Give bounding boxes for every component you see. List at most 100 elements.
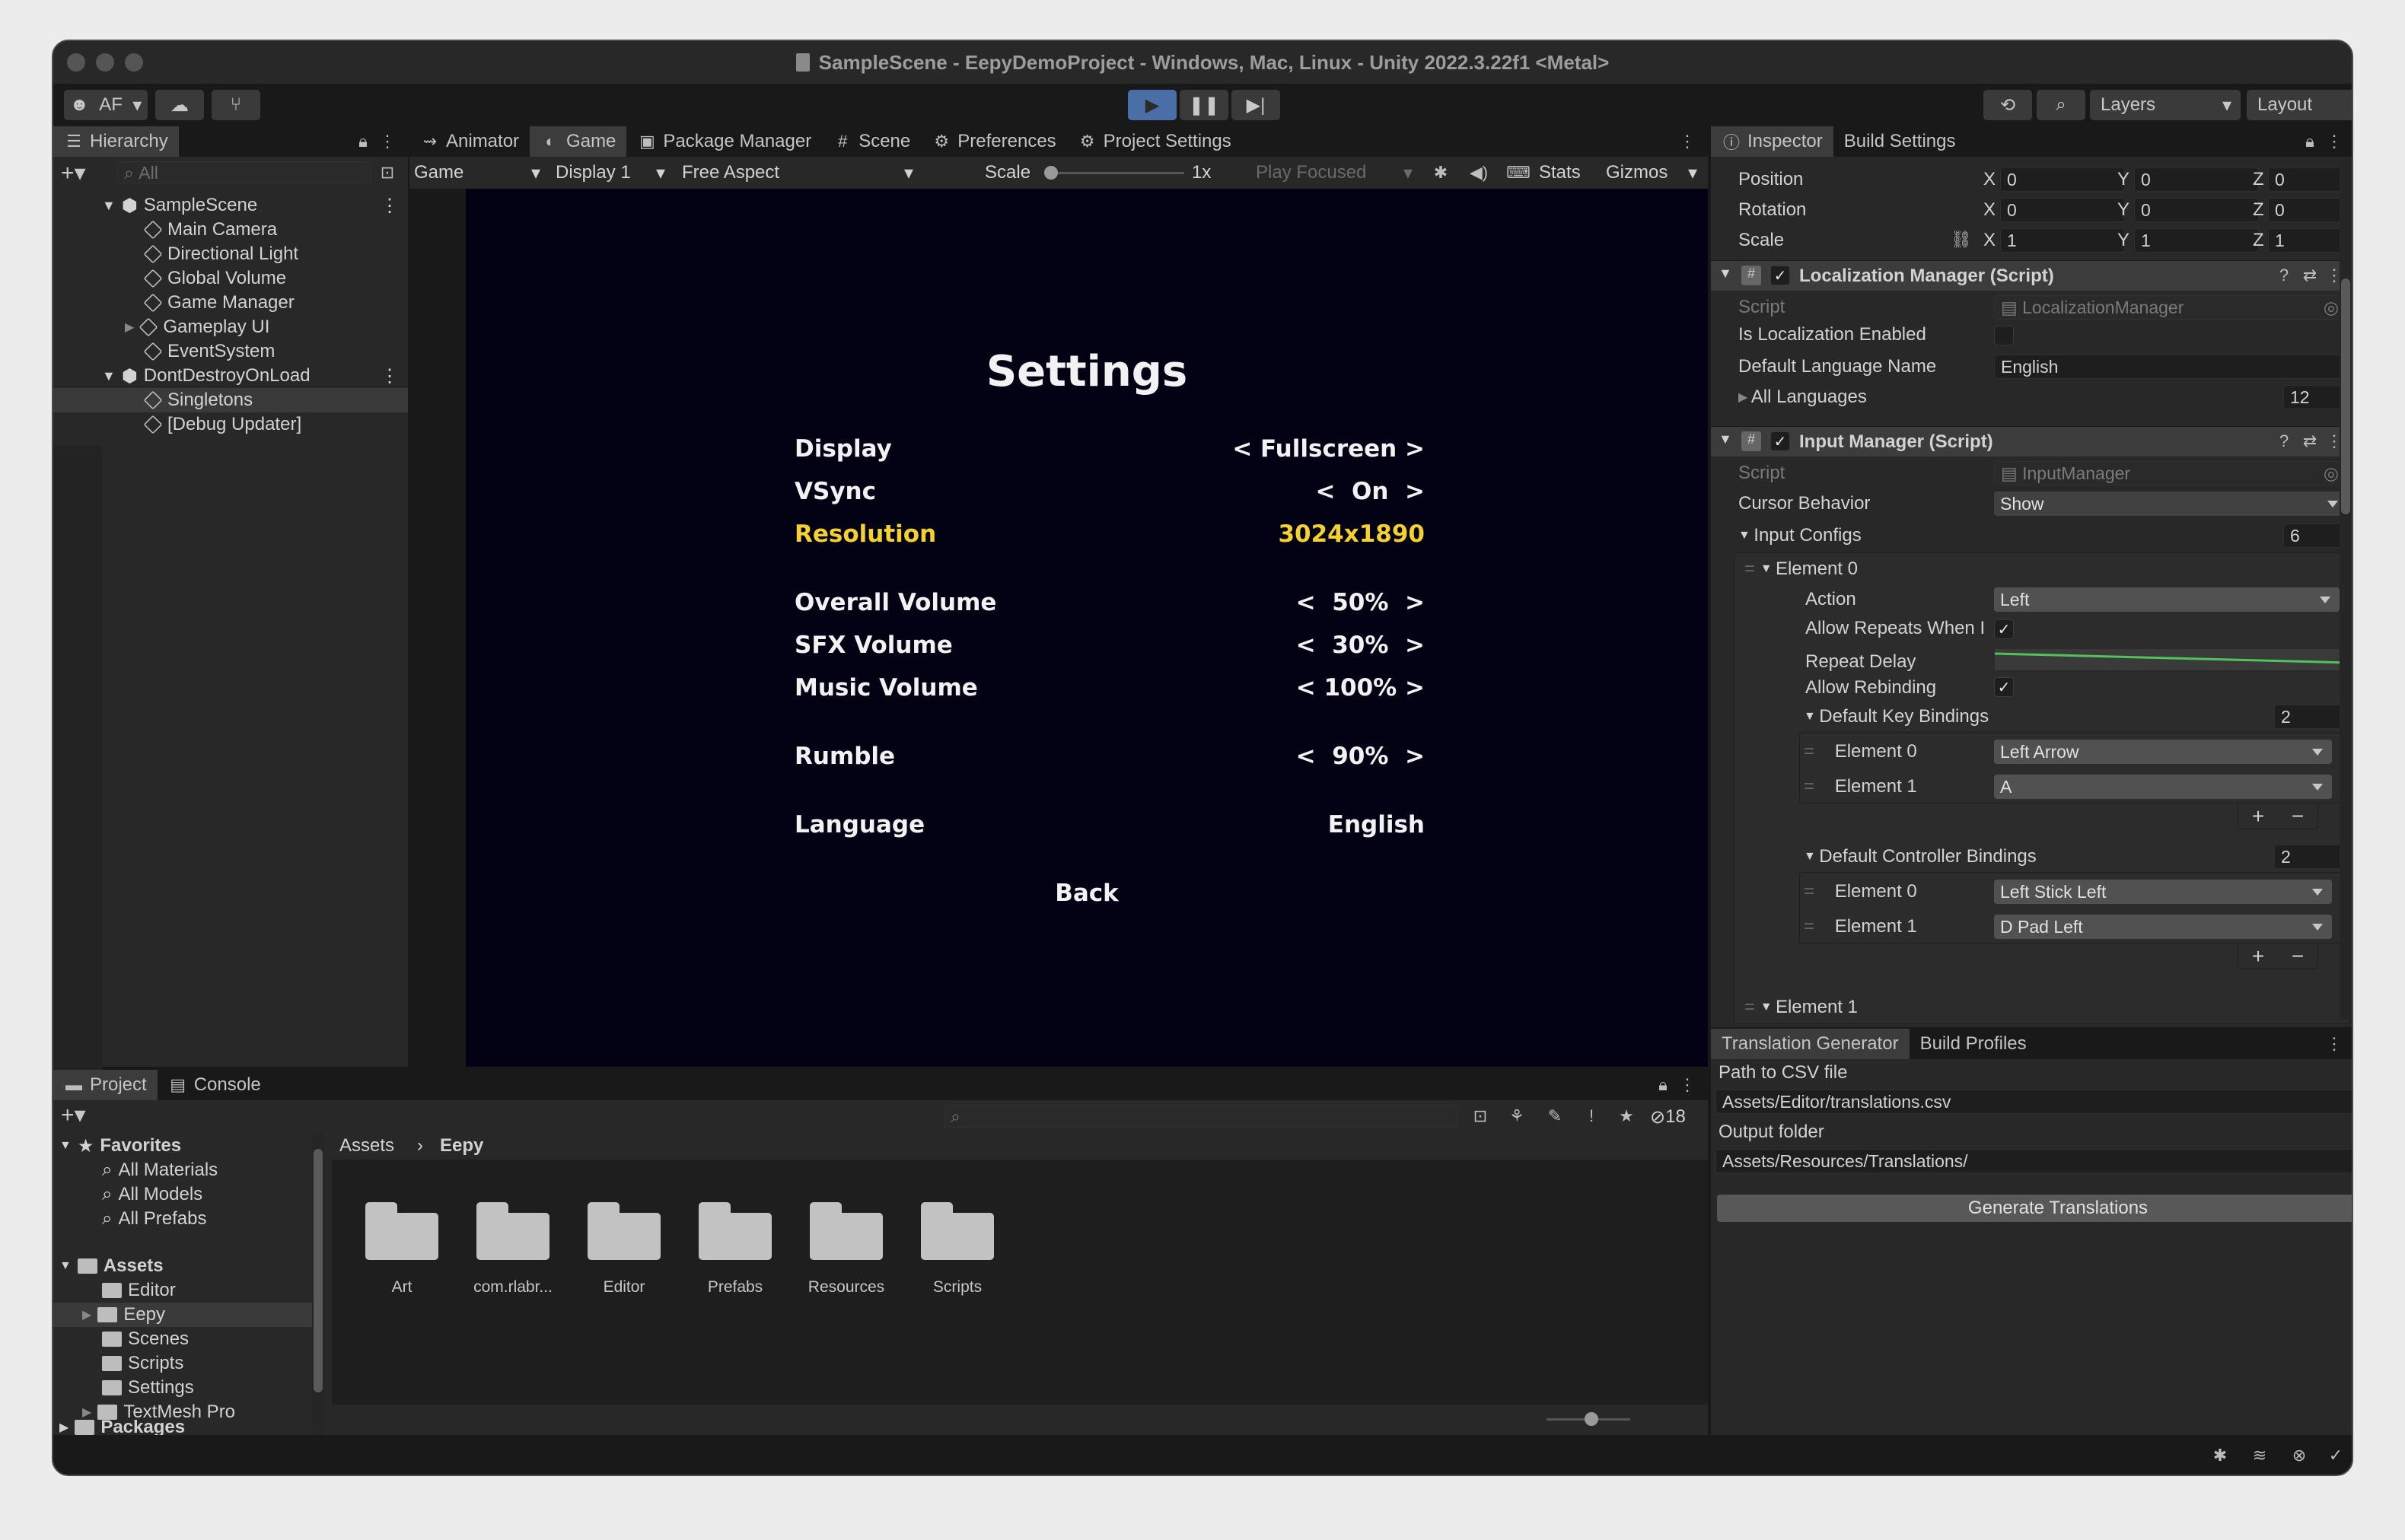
- more-icon[interactable]: ⋮: [377, 132, 397, 151]
- pause-button[interactable]: ❚❚: [1180, 90, 1228, 120]
- allow-rebinding-checkbox[interactable]: ✓: [1994, 677, 2014, 697]
- warning-icon[interactable]: !: [1582, 1106, 1601, 1126]
- expand-arrow-icon[interactable]: ▼: [1719, 266, 1732, 282]
- breadcrumb-assets[interactable]: Assets: [339, 1134, 394, 1158]
- setting-value-vsync[interactable]: < On >: [1227, 478, 1425, 505]
- expand-arrow-icon[interactable]: ▼: [1719, 431, 1732, 447]
- drag-handle-icon[interactable]: =: [1804, 776, 1835, 797]
- favorite-item[interactable]: ⌕ All Models: [102, 1182, 202, 1207]
- rotation-z-field[interactable]: 0: [2268, 198, 2347, 222]
- back-button[interactable]: Back: [466, 880, 1708, 907]
- tab-package-manager[interactable]: ▣ Package Manager: [626, 126, 822, 157]
- folder-resources-icon[interactable]: [810, 1202, 883, 1260]
- label-icon[interactable]: ✎: [1545, 1106, 1565, 1126]
- tab-scene[interactable]: # Scene: [822, 126, 921, 157]
- asset-folder-item-selected[interactable]: ▶ Eepy: [53, 1303, 312, 1327]
- component-enabled-checkbox[interactable]: ✓: [1770, 266, 1790, 285]
- game-mode-dropdown[interactable]: Game ▾: [414, 161, 545, 185]
- hierarchy-item[interactable]: Game Manager: [143, 291, 295, 315]
- remove-icon[interactable]: −: [2292, 944, 2304, 969]
- drag-handle-icon[interactable]: =: [1804, 881, 1835, 902]
- minimize-window-button[interactable]: [96, 53, 114, 72]
- add-icon[interactable]: +: [2252, 944, 2264, 969]
- key-bindings-count[interactable]: 2: [2274, 705, 2349, 729]
- tab-project-settings[interactable]: ⚙ Project Settings: [1067, 126, 1242, 157]
- all-languages-count[interactable]: 12: [2283, 385, 2347, 409]
- element0-foldout[interactable]: = ▼ Element 0: [1744, 557, 1858, 581]
- setting-value-rumble[interactable]: < 90% >: [1227, 743, 1425, 770]
- tab-translation-generator[interactable]: Translation Generator: [1711, 1029, 1910, 1059]
- cache-server-icon[interactable]: ⊗: [2289, 1446, 2309, 1465]
- scale-slider-handle[interactable]: [1044, 166, 1058, 180]
- gizmos-dropdown[interactable]: Gizmos ▾: [1606, 161, 1700, 185]
- input-configs-count[interactable]: 6: [2283, 523, 2347, 548]
- folder-scripts-icon[interactable]: [921, 1202, 994, 1260]
- scene-visibility-icon[interactable]: ⊡: [377, 163, 397, 183]
- component-enabled-checkbox[interactable]: ✓: [1770, 431, 1790, 451]
- scene-root-dontdestroy[interactable]: ▼ ⬢ DontDestroyOnLoad ⋮: [102, 364, 406, 388]
- lock-icon[interactable]: 🔒︎: [2300, 132, 2320, 151]
- more-icon[interactable]: ⋮: [381, 195, 399, 217]
- keyboard-icon[interactable]: ⌨: [1506, 163, 1531, 183]
- more-icon[interactable]: ⋮: [1677, 1075, 1697, 1095]
- lock-icon[interactable]: 🔒︎: [353, 132, 373, 151]
- hierarchy-item[interactable]: EventSystem: [143, 339, 275, 364]
- hierarchy-item[interactable]: Directional Light: [143, 242, 298, 266]
- hierarchy-item[interactable]: Main Camera: [143, 218, 277, 242]
- display-dropdown[interactable]: Display 1 ▾: [556, 161, 670, 185]
- folder-art-icon[interactable]: [365, 1202, 438, 1260]
- allow-repeats-checkbox[interactable]: ✓: [1994, 619, 2014, 639]
- filter-type-icon[interactable]: ⚘: [1507, 1106, 1527, 1126]
- tab-inspector[interactable]: ⓘ Inspector: [1711, 126, 1833, 157]
- search-button[interactable]: ⌕: [2037, 90, 2085, 120]
- setting-value-resolution[interactable]: 3024x1890: [1227, 520, 1425, 548]
- scene-root-sample[interactable]: ▼ ⬢ SampleScene ⋮: [102, 193, 406, 218]
- icon-size-slider-handle[interactable]: [1585, 1412, 1598, 1426]
- cursor-behavior-dropdown[interactable]: Show: [1994, 492, 2347, 516]
- aspect-dropdown[interactable]: Free Aspect ▾: [682, 161, 918, 185]
- folder-com-icon[interactable]: [476, 1202, 549, 1260]
- hierarchy-item[interactable]: ▶ Gameplay UI: [125, 315, 269, 339]
- favorite-item[interactable]: ⌕ All Prefabs: [102, 1207, 207, 1231]
- tab-console[interactable]: ▤ Console: [158, 1070, 272, 1100]
- key-binding-dropdown[interactable]: A: [1994, 775, 2332, 799]
- game-viewport[interactable]: Settings Display < Fullscreen > VSync < …: [466, 189, 1708, 1067]
- folder-prefabs-icon[interactable]: [699, 1202, 772, 1260]
- scale-z-field[interactable]: 1: [2268, 228, 2347, 253]
- controller-binding-dropdown[interactable]: D Pad Left: [1994, 915, 2332, 939]
- output-folder-field[interactable]: Assets/Resources/Translations/: [1715, 1149, 2352, 1173]
- asset-folder-item[interactable]: Editor: [102, 1278, 176, 1303]
- add-icon[interactable]: +: [2252, 804, 2264, 829]
- setting-value-overall-volume[interactable]: < 50% >: [1227, 589, 1425, 616]
- setting-value-language[interactable]: English: [1227, 811, 1425, 838]
- favorites-foldout[interactable]: ▼ ★ Favorites: [59, 1134, 181, 1158]
- position-z-field[interactable]: 0: [2268, 167, 2347, 192]
- layers-stack-icon[interactable]: ≋: [2250, 1446, 2270, 1465]
- rotation-x-field[interactable]: 0: [2000, 198, 2125, 222]
- scale-slider[interactable]: [1047, 172, 1184, 174]
- history-button[interactable]: ⟲: [1983, 90, 2032, 120]
- close-window-button[interactable]: [67, 53, 85, 72]
- audio-icon[interactable]: ◀): [1469, 163, 1489, 183]
- stats-button[interactable]: Stats: [1539, 161, 1581, 185]
- loc-enabled-checkbox[interactable]: [1994, 326, 2014, 345]
- packages-foldout[interactable]: ▶ Packages: [59, 1420, 185, 1435]
- generate-translations-button[interactable]: Generate Translations: [1717, 1195, 2352, 1222]
- layout-dropdown[interactable]: Layout▾: [2247, 90, 2352, 120]
- folder-editor-icon[interactable]: [588, 1202, 661, 1260]
- create-asset-button[interactable]: +▾: [61, 1102, 107, 1128]
- default-language-field[interactable]: English: [1994, 355, 2347, 379]
- component-header-input[interactable]: ▼ # ✓ Input Manager (Script) ? ⇄ ⋮: [1711, 426, 2352, 457]
- position-y-field[interactable]: 0: [2134, 167, 2259, 192]
- tab-preferences[interactable]: ⚙ Preferences: [921, 126, 1066, 157]
- asset-folder-item[interactable]: Scripts: [102, 1351, 183, 1376]
- element1-foldout[interactable]: = ▼ Element 1: [1744, 995, 1858, 1020]
- lock-icon[interactable]: 🔒︎: [1653, 1075, 1673, 1095]
- drag-handle-icon[interactable]: =: [1804, 916, 1835, 937]
- play-button[interactable]: ▶: [1128, 90, 1177, 120]
- hidden-packages-toggle[interactable]: ⊘ 18: [1650, 1105, 1686, 1129]
- collab-button[interactable]: ⑂: [212, 90, 260, 120]
- script-field[interactable]: ▤ LocalizationManager ◎: [1994, 295, 2347, 320]
- key-binding-dropdown[interactable]: Left Arrow: [1994, 740, 2332, 764]
- star-icon[interactable]: ★: [1617, 1106, 1636, 1126]
